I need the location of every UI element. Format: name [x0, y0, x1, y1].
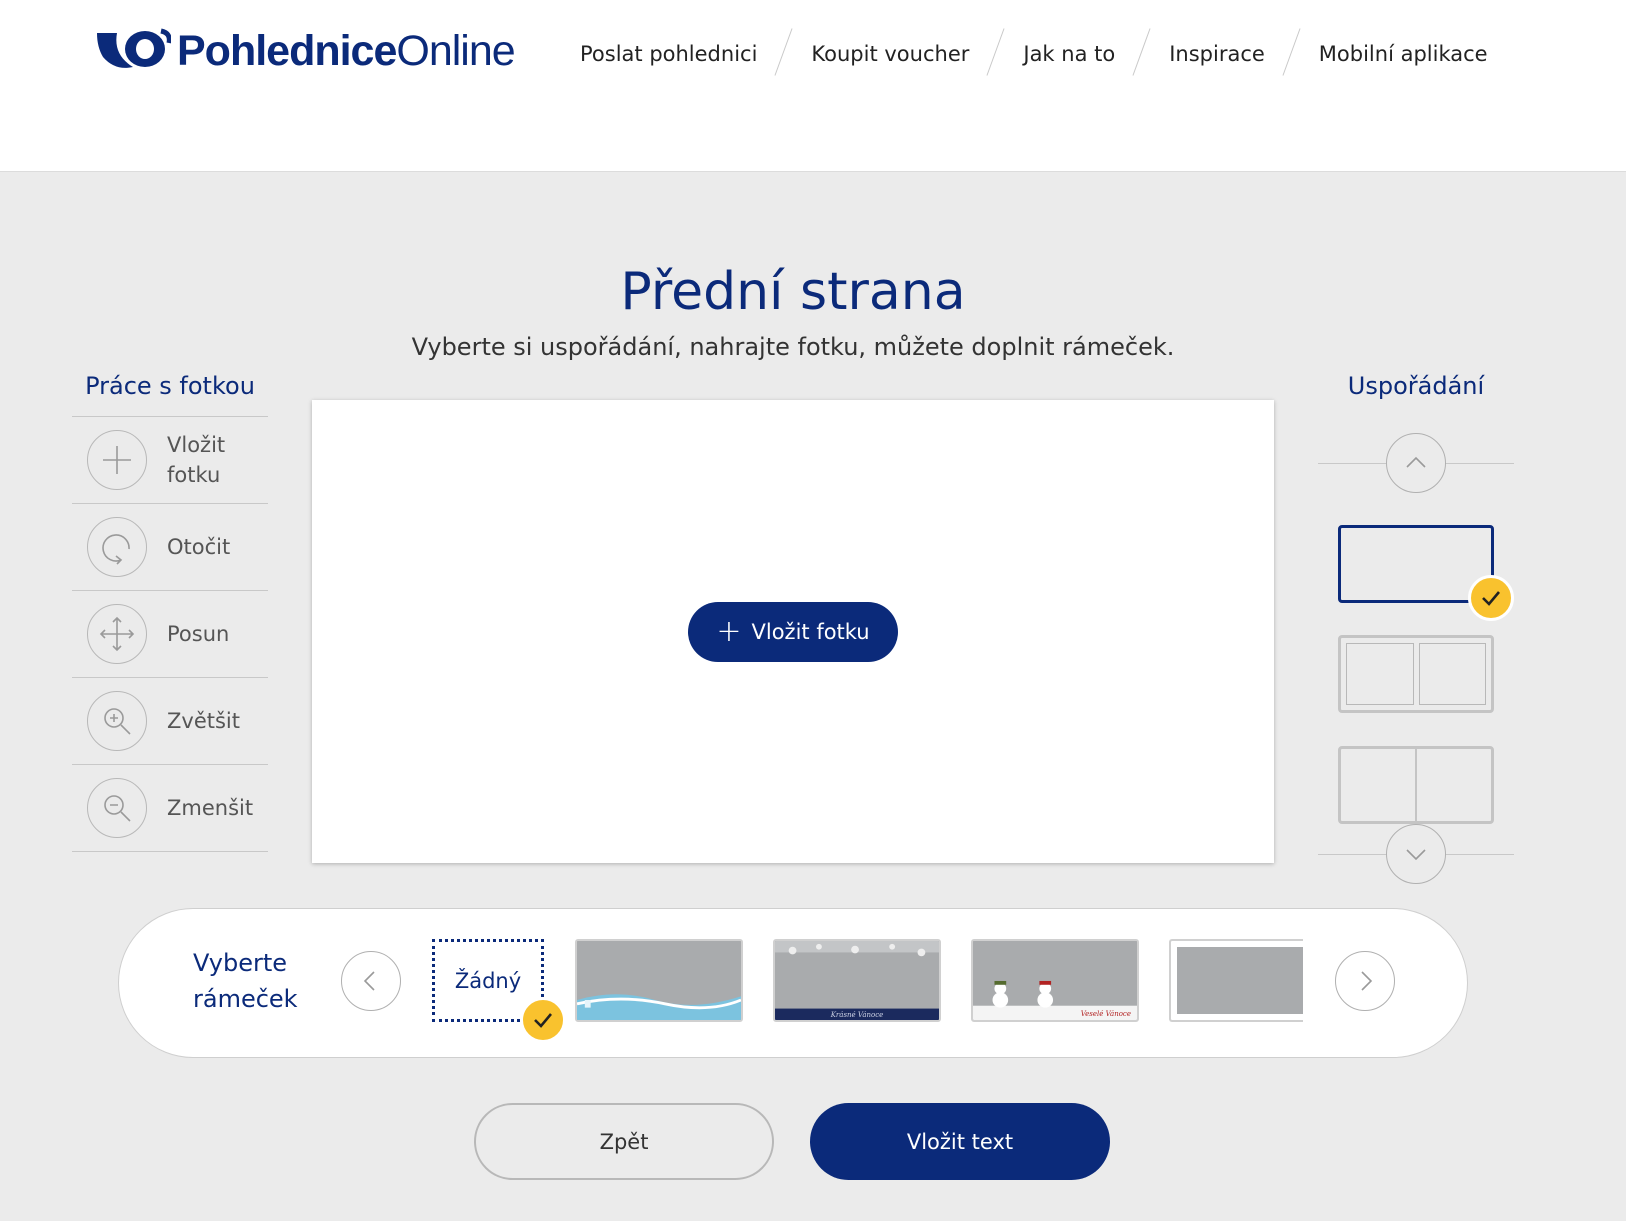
- tool-label: Zvětšit: [167, 709, 240, 733]
- nav-link-inspiration[interactable]: Inspirace: [1169, 42, 1265, 66]
- nav-link-how-to[interactable]: Jak na to: [1023, 42, 1115, 66]
- nav-link-mobile-app[interactable]: Mobilní aplikace: [1319, 42, 1488, 66]
- site-header: PohledniceOnline Poslat pohlednici Koupi…: [0, 0, 1626, 172]
- insert-text-button[interactable]: Vložit text: [810, 1103, 1110, 1180]
- chevron-down-icon: [1406, 849, 1426, 861]
- layout-cell: [1417, 749, 1491, 821]
- frame-none-label: Žádný: [454, 968, 522, 993]
- tool-label: Otočit: [167, 535, 231, 559]
- frame-option-snowflakes[interactable]: Krásné Vánoce: [773, 939, 941, 1022]
- nav-separator: [757, 31, 811, 77]
- nav-separator: [969, 31, 1023, 77]
- chevron-right-icon: [1361, 971, 1373, 991]
- frame-option-plain[interactable]: [1169, 939, 1303, 1022]
- tool-zoom-out[interactable]: Zmenšit: [72, 765, 268, 852]
- chevron-left-icon: [363, 971, 375, 991]
- frame-option-snowmen[interactable]: Veselé Vánoce: [971, 939, 1139, 1022]
- page-subtitle: Vyberte si uspořádání, nahrajte fotku, m…: [411, 333, 1175, 361]
- layout-cell: [1346, 643, 1414, 705]
- postcard-canvas[interactable]: + Vložit fotku: [312, 400, 1274, 863]
- frames-prev-button[interactable]: [341, 951, 401, 1011]
- posthorn-logo-icon: [97, 28, 171, 68]
- layout-scroll-down-row: [1318, 824, 1514, 884]
- logo-text: PohledniceOnline: [177, 26, 516, 75]
- back-button[interactable]: Zpět: [474, 1103, 774, 1180]
- logo[interactable]: PohledniceOnline: [95, 26, 516, 76]
- selected-check-icon: [520, 997, 566, 1043]
- plus-icon: +: [716, 614, 742, 649]
- nav-link-buy-voucher[interactable]: Koupit voucher: [811, 42, 969, 66]
- move-icon: [87, 604, 147, 664]
- layout-scroll-down-button[interactable]: [1386, 824, 1446, 884]
- frame-option-winter-wave[interactable]: [575, 939, 743, 1022]
- layout-scroll-up-button[interactable]: [1386, 433, 1446, 493]
- tool-move[interactable]: Posun: [72, 591, 268, 678]
- layout-cell: [1418, 643, 1486, 705]
- main-nav: Poslat pohlednici Koupit voucher Jak na …: [580, 36, 1488, 72]
- layout-heading: Uspořádání: [1347, 372, 1485, 400]
- frame-preview-image: [775, 941, 939, 1020]
- zoom-in-icon: [87, 691, 147, 751]
- page-title: Přední strana: [620, 262, 966, 322]
- tool-zoom-in[interactable]: Zvětšit: [72, 678, 268, 765]
- tools-heading: Práce s fotkou: [85, 372, 255, 400]
- layout-option-split[interactable]: [1338, 746, 1494, 824]
- tool-label: Zmenšit: [167, 796, 254, 820]
- nav-separator: [1265, 31, 1319, 77]
- nav-separator: [1115, 31, 1169, 77]
- tool-insert-photo[interactable]: Vložit fotku: [72, 417, 268, 504]
- frame-thumb-caption: Krásné Vánoce: [830, 1011, 884, 1019]
- insert-photo-button[interactable]: + Vložit fotku: [688, 602, 898, 662]
- tool-label: Posun: [167, 622, 230, 646]
- layout-scroll-up-row: [1318, 433, 1514, 493]
- frames-next-button[interactable]: [1335, 951, 1395, 1011]
- layout-option-two-photos[interactable]: [1338, 635, 1494, 713]
- photo-tools-panel: Vložit fotku Otočit Posun Zvětšit Zmenši…: [72, 416, 268, 852]
- frame-preview-image: [1177, 947, 1303, 1014]
- tool-rotate[interactable]: Otočit: [72, 504, 268, 591]
- frame-picker: Vyberte rámeček Žádný Krásné Vánoce Vese…: [118, 908, 1468, 1058]
- plus-icon: [87, 430, 147, 490]
- layout-cell: [1341, 749, 1417, 821]
- frame-preview-image: [577, 941, 741, 1020]
- rotate-icon: [87, 517, 147, 577]
- tool-label: Vložit fotku: [167, 433, 226, 487]
- frame-preview-image: [973, 941, 1137, 1020]
- chevron-up-icon: [1406, 456, 1426, 468]
- selected-check-icon: [1468, 575, 1514, 621]
- nav-link-send-postcard[interactable]: Poslat pohlednici: [580, 42, 757, 66]
- insert-photo-label: Vložit fotku: [751, 620, 870, 644]
- zoom-out-icon: [87, 778, 147, 838]
- frame-picker-label: Vyberte rámeček: [193, 949, 298, 1013]
- frame-thumb-caption: Veselé Vánoce: [1080, 1010, 1131, 1018]
